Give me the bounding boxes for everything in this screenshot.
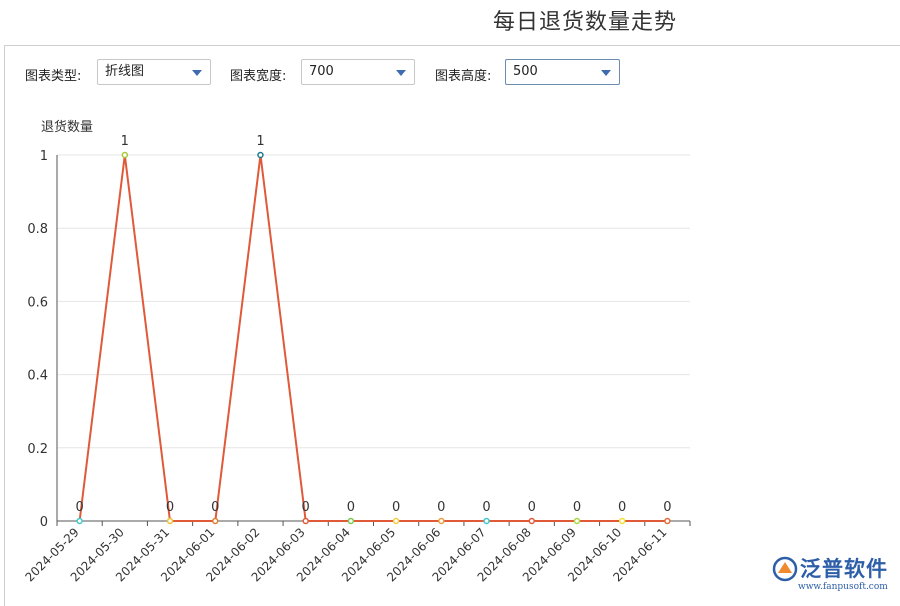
data-point — [483, 517, 490, 525]
x-ticks: 2024-05-292024-05-302024-05-312024-06-01… — [23, 525, 670, 584]
data-label: 0 — [482, 500, 490, 515]
y-tick-label: 0.8 — [27, 222, 48, 237]
data-point — [166, 517, 174, 525]
data-points — [76, 151, 671, 525]
data-point — [573, 517, 581, 525]
y-tick-label: 0.6 — [27, 295, 48, 310]
watermark-logo: 泛普软件 www.fanpusoft.com — [770, 552, 898, 598]
y-tick-label: 0 — [40, 515, 48, 530]
data-label: 0 — [211, 500, 219, 515]
data-label: 0 — [166, 500, 174, 515]
data-label: 0 — [347, 500, 355, 515]
watermark-url: www.fanpusoft.com — [798, 582, 888, 592]
data-point — [212, 517, 219, 525]
data-label: 0 — [573, 500, 581, 515]
data-label: 1 — [121, 134, 129, 149]
data-label: 0 — [75, 500, 83, 515]
watermark-name: 泛普软件 — [800, 557, 888, 581]
data-labels: 0 1 0 0 1 0 0 0 0 0 0 0 0 0 — [75, 134, 671, 515]
data-label: 0 — [392, 500, 400, 515]
y-tick-label: 1 — [40, 149, 48, 164]
data-point — [664, 517, 671, 525]
data-point — [528, 517, 535, 525]
data-label: 1 — [256, 134, 264, 149]
grid-lines — [57, 154, 690, 449]
data-label: 0 — [302, 500, 310, 515]
data-point — [76, 517, 83, 525]
data-point — [438, 517, 445, 525]
y-ticks: 0 0.2 0.4 0.6 0.8 1 — [27, 149, 48, 530]
data-point — [392, 517, 400, 525]
y-tick-label: 0.4 — [27, 369, 48, 384]
series-line — [78, 154, 668, 522]
data-label: 0 — [528, 500, 536, 515]
data-point — [618, 517, 626, 525]
data-point — [257, 151, 264, 159]
data-point — [347, 517, 355, 525]
y-tick-label: 0.2 — [27, 442, 48, 457]
axes — [56, 155, 691, 526]
data-label: 0 — [437, 500, 445, 515]
fanpu-logo-icon — [772, 556, 798, 582]
data-label: 0 — [618, 500, 626, 515]
y-axis-title: 退货数量 — [41, 119, 93, 135]
data-point — [302, 517, 309, 525]
data-label: 0 — [663, 500, 671, 515]
data-point — [121, 151, 129, 159]
line-chart: 0 0.2 0.4 0.6 0.8 1 2024-05-292024-05-302024-… — [23, 119, 691, 584]
